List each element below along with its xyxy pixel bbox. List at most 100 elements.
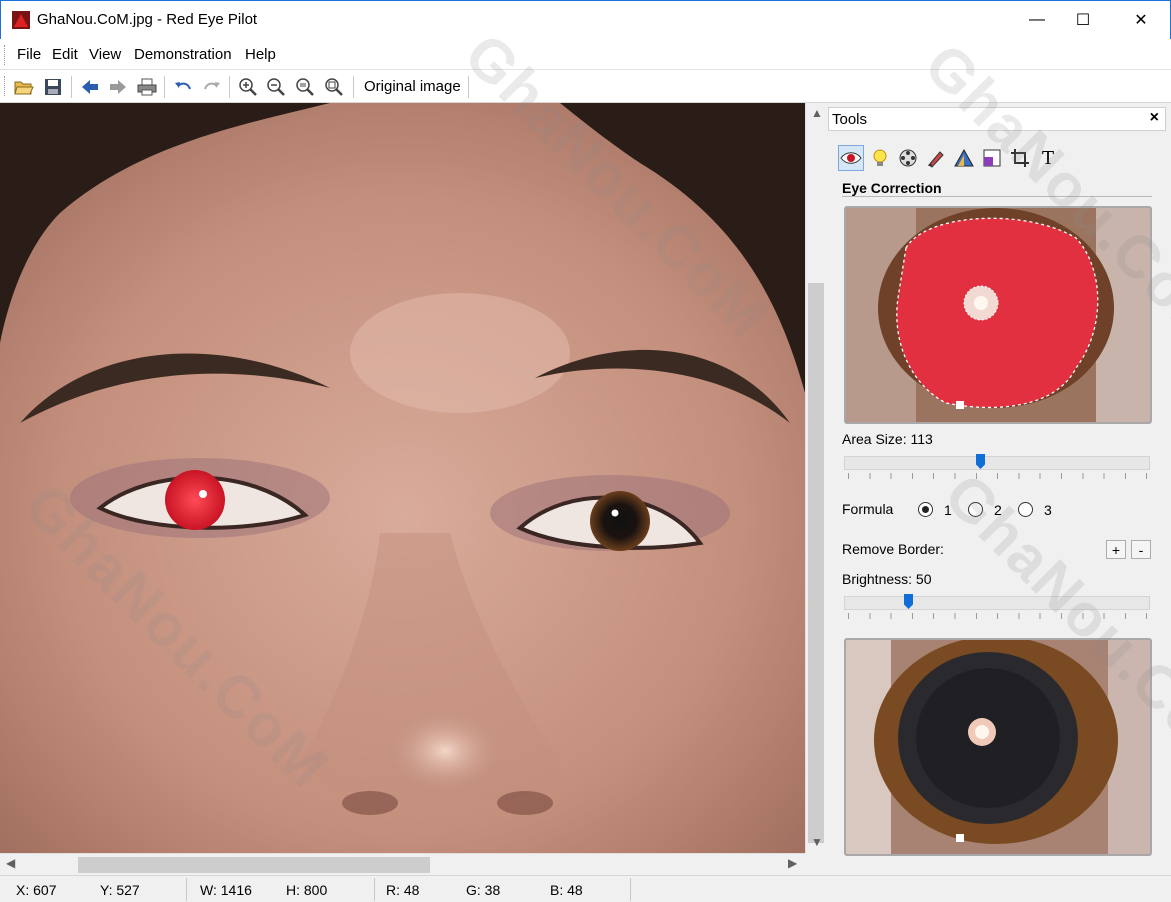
triangle-tool-button[interactable]	[951, 145, 977, 171]
eye-correction-title: Eye Correction	[842, 180, 942, 196]
film-reel-icon	[899, 149, 917, 167]
crop-icon	[1011, 149, 1029, 167]
redo-button[interactable]	[200, 75, 224, 99]
undo-button[interactable]	[171, 75, 195, 99]
formula-option-3-label: 3	[1044, 502, 1052, 518]
remove-border-label: Remove Border:	[842, 541, 944, 557]
forward-button[interactable]	[106, 75, 130, 99]
menu-grip	[4, 45, 7, 65]
toolbar-separator	[164, 76, 165, 98]
remove-border-plus-button[interactable]: +	[1106, 540, 1126, 559]
vertical-scrollbar[interactable]: ▲ ▼	[805, 103, 826, 853]
scroll-right-icon[interactable]: ▶	[788, 856, 797, 870]
resize-tool-button[interactable]	[979, 145, 1005, 171]
undo-icon	[175, 82, 191, 90]
corrected-eye-preview[interactable]	[844, 638, 1152, 856]
menu-help[interactable]: Help	[245, 46, 276, 63]
back-button[interactable]	[78, 75, 102, 99]
formula-radio-2[interactable]	[968, 502, 983, 517]
area-size-ticks	[848, 473, 1148, 479]
zoom-fit-icon	[296, 78, 314, 96]
close-icon: ✕	[1134, 12, 1148, 29]
status-red: R: 48	[386, 882, 420, 898]
minimize-button[interactable]: —	[1014, 1, 1060, 39]
brush-tool-button[interactable]	[923, 145, 949, 171]
menu-view[interactable]: View	[89, 46, 121, 63]
tools-close-icon[interactable]: ×	[1150, 109, 1159, 127]
toolbar: Original image	[0, 70, 1171, 103]
window-title: GhaNou.CoM.jpg - Red Eye Pilot	[37, 11, 258, 28]
menu-bar: File Edit View Demonstration Help	[0, 39, 1171, 70]
formula-label: Formula	[842, 501, 894, 517]
red-eye-preview[interactable]	[844, 206, 1152, 424]
back-arrow-icon	[82, 80, 98, 94]
zoom-fit-button[interactable]	[293, 75, 317, 99]
horizontal-scroll-thumb[interactable]	[78, 857, 430, 873]
print-icon	[137, 78, 157, 96]
status-y: Y: 527	[100, 882, 140, 898]
redo-icon	[204, 82, 220, 90]
original-image-button[interactable]: Original image	[364, 78, 461, 95]
formula-radio-1[interactable]	[918, 502, 933, 517]
resize-icon	[983, 149, 1001, 167]
vertical-scroll-thumb[interactable]	[808, 283, 824, 843]
status-x: X: 607	[16, 882, 57, 898]
bulb-icon	[873, 149, 887, 166]
menu-file[interactable]: File	[17, 46, 41, 63]
brightness-ticks	[848, 613, 1148, 619]
minimize-icon: —	[1029, 11, 1045, 28]
text-icon: T	[1041, 147, 1054, 169]
brightness-slider-knob[interactable]	[904, 594, 913, 609]
image-canvas[interactable]	[0, 103, 805, 853]
brightness-slider[interactable]	[844, 594, 1150, 610]
status-width: W: 1416	[200, 882, 252, 898]
open-button[interactable]	[12, 75, 36, 99]
print-button[interactable]	[135, 75, 159, 99]
toolbar-separator	[229, 76, 230, 98]
zoom-out-button[interactable]	[264, 75, 288, 99]
remove-border-minus-button[interactable]: -	[1131, 540, 1151, 559]
status-blue: B: 48	[550, 882, 583, 898]
horizontal-scrollbar[interactable]: ◀ ▶	[0, 853, 805, 875]
scroll-left-icon[interactable]: ◀	[6, 856, 15, 870]
close-button[interactable]: ✕	[1118, 1, 1164, 39]
toolbar-separator	[468, 76, 469, 98]
open-folder-icon	[14, 81, 34, 95]
save-button[interactable]	[41, 75, 65, 99]
scroll-down-icon[interactable]: ▼	[811, 835, 823, 849]
menu-demonstration[interactable]: Demonstration	[134, 46, 232, 63]
forward-arrow-icon	[110, 80, 126, 94]
formula-radio-3[interactable]	[1018, 502, 1033, 517]
toolbar-separator	[353, 76, 354, 98]
status-separator	[630, 878, 631, 901]
text-tool-button[interactable]: T	[1035, 145, 1061, 171]
eye-icon	[840, 152, 862, 164]
crop-tool-button[interactable]	[1007, 145, 1033, 171]
eye-tool-button[interactable]	[838, 145, 864, 171]
menu-edit[interactable]: Edit	[52, 46, 78, 63]
area-size-slider[interactable]	[844, 454, 1150, 470]
status-height: H: 800	[286, 882, 328, 898]
maximize-icon: ☐	[1075, 12, 1091, 29]
save-icon	[45, 79, 61, 95]
film-reel-tool-button[interactable]	[895, 145, 921, 171]
zoom-actual-button[interactable]	[322, 75, 346, 99]
maximize-button[interactable]: ☐	[1060, 1, 1106, 39]
zoom-out-icon	[267, 78, 285, 96]
area-size-slider-knob[interactable]	[976, 454, 985, 469]
tools-panel: Tools × T Eye Correction Area Size: 113 …	[826, 103, 1171, 875]
brush-icon	[928, 151, 944, 168]
zoom-in-button[interactable]	[236, 75, 260, 99]
bulb-tool-button[interactable]	[867, 145, 893, 171]
scroll-corner	[805, 853, 826, 875]
section-divider	[842, 196, 1152, 197]
red-eye-preview-image	[846, 208, 1150, 422]
corrected-eye-preview-image	[846, 640, 1150, 854]
zoom-actual-icon	[325, 78, 343, 96]
scroll-up-icon[interactable]: ▲	[811, 106, 823, 120]
face-photo	[0, 103, 805, 853]
toolbar-separator	[71, 76, 72, 98]
status-separator	[186, 878, 187, 901]
brightness-label: Brightness: 50	[842, 571, 932, 587]
status-bar: X: 607 Y: 527 W: 1416 H: 800 R: 48 G: 38…	[0, 875, 1171, 902]
